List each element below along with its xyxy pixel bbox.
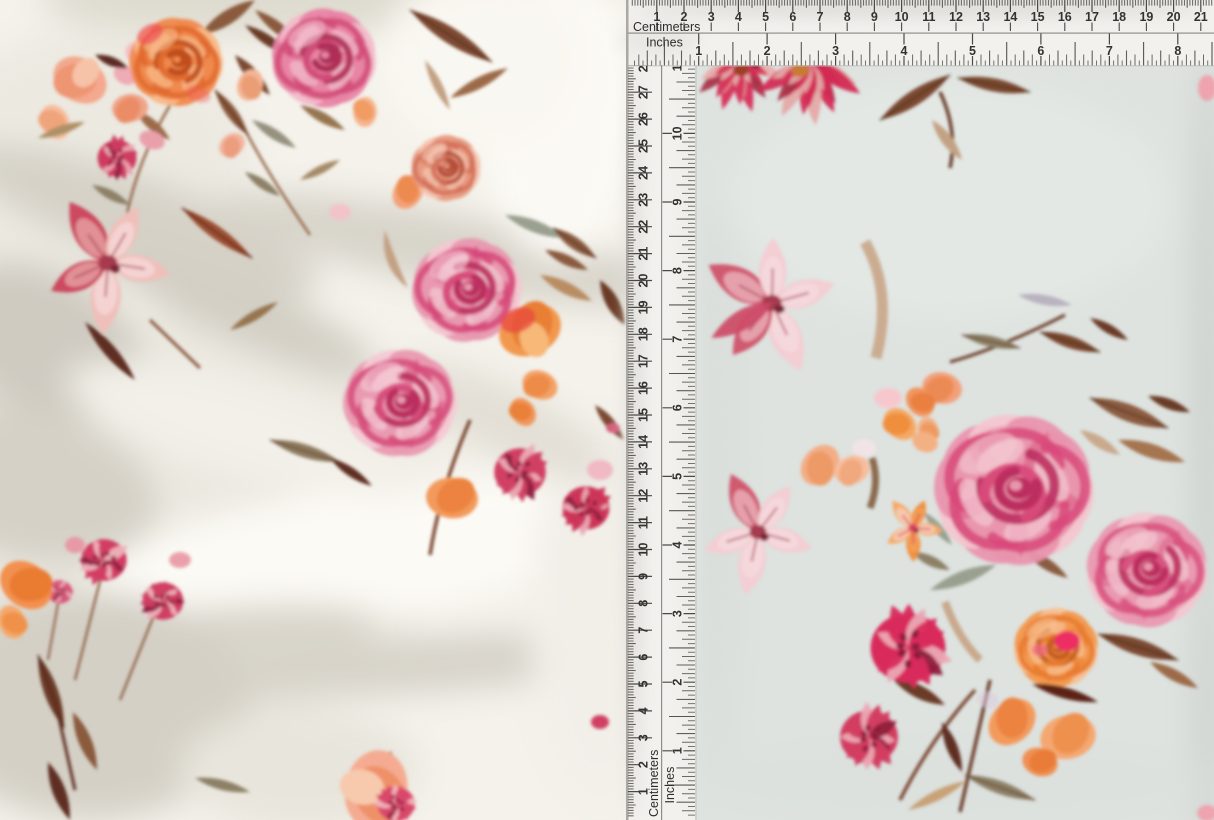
svg-text:5: 5 (969, 44, 976, 58)
svg-text:26: 26 (637, 112, 651, 126)
svg-text:12: 12 (949, 10, 963, 24)
svg-text:15: 15 (1031, 10, 1045, 24)
svg-text:10: 10 (895, 10, 909, 24)
svg-text:10: 10 (671, 126, 685, 140)
svg-text:19: 19 (1139, 10, 1153, 24)
svg-text:2: 2 (671, 679, 685, 686)
svg-text:5: 5 (637, 680, 651, 687)
svg-text:18: 18 (637, 327, 651, 341)
svg-text:3: 3 (832, 44, 839, 58)
svg-text:10: 10 (637, 543, 651, 557)
svg-text:Inches: Inches (646, 36, 683, 50)
svg-text:22: 22 (637, 220, 651, 234)
svg-text:4: 4 (901, 44, 908, 58)
svg-text:4: 4 (735, 10, 742, 24)
svg-text:16: 16 (637, 381, 651, 395)
svg-text:6: 6 (637, 654, 651, 661)
svg-text:3: 3 (671, 610, 685, 617)
svg-text:6: 6 (671, 404, 685, 411)
svg-text:18: 18 (1112, 10, 1126, 24)
svg-text:1: 1 (695, 44, 702, 58)
svg-text:Inches: Inches (663, 767, 677, 804)
svg-text:23: 23 (637, 193, 651, 207)
svg-text:8: 8 (637, 600, 651, 607)
svg-text:2: 2 (764, 44, 771, 58)
svg-text:7: 7 (817, 10, 824, 24)
svg-text:3: 3 (708, 10, 715, 24)
svg-text:9: 9 (871, 10, 878, 24)
svg-text:12: 12 (637, 489, 651, 503)
svg-text:14: 14 (637, 435, 651, 449)
svg-text:6: 6 (789, 10, 796, 24)
svg-text:3: 3 (637, 734, 651, 741)
svg-text:4: 4 (671, 541, 685, 548)
svg-text:8: 8 (844, 10, 851, 24)
svg-text:17: 17 (637, 354, 651, 368)
svg-text:Centimeters: Centimeters (647, 750, 661, 817)
svg-text:20: 20 (637, 274, 651, 288)
svg-text:9: 9 (671, 198, 685, 205)
svg-text:11: 11 (637, 516, 651, 529)
svg-text:8: 8 (671, 267, 685, 274)
svg-text:21: 21 (1194, 10, 1208, 24)
svg-text:1: 1 (671, 747, 685, 754)
svg-text:8: 8 (1174, 44, 1181, 58)
svg-text:25: 25 (637, 139, 651, 153)
svg-text:16: 16 (1058, 10, 1072, 24)
svg-text:20: 20 (1167, 10, 1181, 24)
svg-text:7: 7 (1106, 44, 1113, 58)
svg-text:14: 14 (1003, 10, 1017, 24)
svg-text:27: 27 (637, 85, 651, 99)
svg-text:5: 5 (671, 473, 685, 480)
svg-text:15: 15 (637, 408, 651, 422)
svg-text:13: 13 (637, 462, 651, 476)
svg-text:7: 7 (637, 627, 651, 634)
svg-text:19: 19 (637, 300, 651, 314)
svg-text:11: 11 (922, 10, 935, 24)
svg-text:13: 13 (976, 10, 990, 24)
svg-text:5: 5 (762, 10, 769, 24)
svg-text:21: 21 (637, 247, 651, 261)
svg-text:4: 4 (637, 707, 651, 714)
svg-text:9: 9 (637, 573, 651, 580)
svg-text:Centimeters: Centimeters (633, 20, 700, 34)
svg-text:7: 7 (671, 336, 685, 343)
svg-text:6: 6 (1037, 44, 1044, 58)
svg-text:24: 24 (637, 166, 651, 180)
svg-text:17: 17 (1085, 10, 1099, 24)
